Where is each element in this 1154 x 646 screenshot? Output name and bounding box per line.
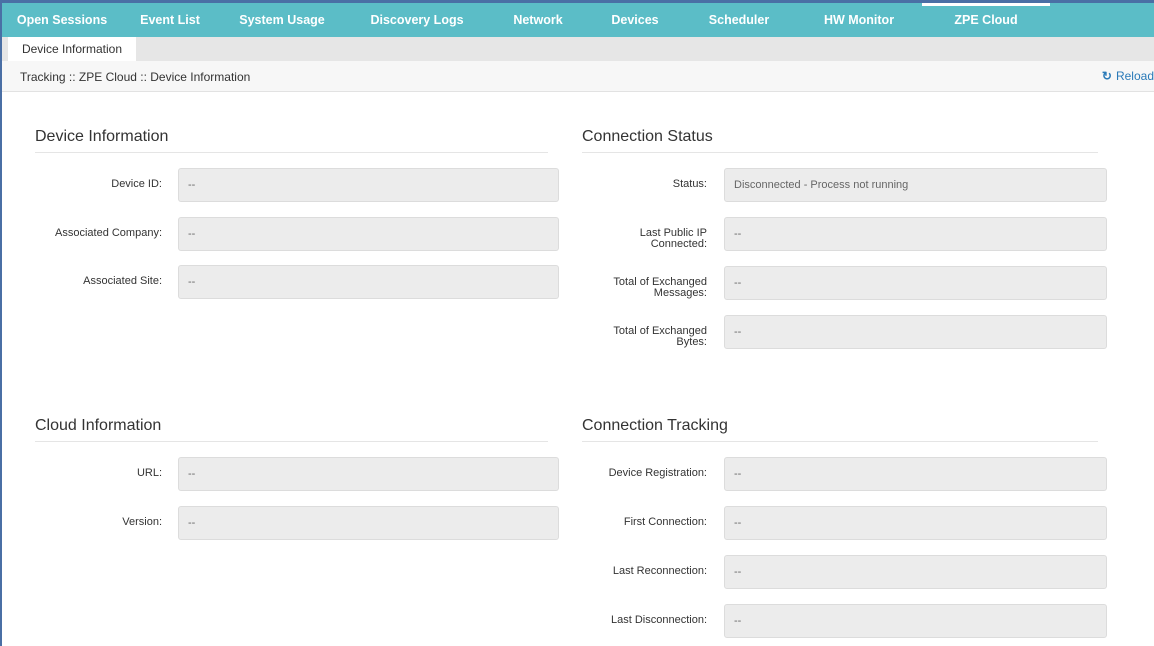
reload-label: Reload	[1115, 69, 1154, 83]
associated-company-field: --	[178, 217, 559, 251]
device-registration-label: Device Registration:	[608, 467, 707, 479]
exchanged-bytes-label: Total of Exchanged Bytes:	[570, 326, 707, 348]
first-connection-field: --	[724, 506, 1107, 540]
tab-event-list[interactable]: Event List	[122, 3, 218, 37]
window-frame-left	[0, 0, 2, 646]
breadcrumb: Tracking :: ZPE Cloud :: Device Informat…	[20, 70, 251, 84]
section-title-cloud-information: Cloud Information	[35, 417, 162, 434]
section-divider	[582, 441, 1098, 442]
associated-site-field: --	[178, 265, 559, 299]
associated-site-label: Associated Site:	[83, 275, 162, 287]
exchanged-bytes-label-line2: Bytes:	[676, 336, 707, 348]
tab-network[interactable]: Network	[488, 3, 588, 37]
tab-devices[interactable]: Devices	[588, 3, 682, 37]
version-field: --	[178, 506, 559, 540]
tab-hw-monitor[interactable]: HW Monitor	[796, 3, 922, 37]
breadcrumb-bar: Tracking :: ZPE Cloud :: Device Informat…	[2, 61, 1154, 92]
section-divider	[35, 441, 548, 442]
last-reconnection-label: Last Reconnection:	[612, 565, 707, 577]
status-label: Status:	[672, 178, 707, 190]
tab-zpe-cloud[interactable]: ZPE Cloud	[922, 3, 1050, 37]
url-label: URL:	[136, 467, 162, 479]
section-title-connection-tracking: Connection Tracking	[582, 417, 728, 434]
tab-discovery-logs[interactable]: Discovery Logs	[346, 3, 488, 37]
device-registration-field: --	[724, 457, 1107, 491]
device-id-field: --	[178, 168, 559, 202]
section-title-connection-status: Connection Status	[582, 128, 713, 145]
refresh-icon: ↻	[1101, 69, 1112, 83]
device-id-label: Device ID:	[111, 178, 162, 190]
last-disconnection-label: Last Disconnection:	[611, 614, 707, 626]
associated-company-label: Associated Company:	[55, 227, 162, 239]
last-disconnection-field: --	[724, 604, 1107, 638]
section-title-device-information: Device Information	[35, 128, 169, 145]
last-public-ip-field: --	[724, 217, 1107, 251]
first-connection-label: First Connection:	[623, 516, 707, 528]
top-navigation: Open Sessions Event List System Usage Di…	[2, 3, 1154, 37]
exchanged-messages-field: --	[724, 266, 1107, 300]
exchanged-messages-label: Total of Exchanged Messages:	[570, 277, 707, 299]
last-public-ip-label-line2: Connected:	[650, 238, 707, 250]
section-divider	[35, 152, 548, 153]
version-label: Version:	[122, 516, 162, 528]
tab-scheduler[interactable]: Scheduler	[682, 3, 796, 37]
status-field: Disconnected - Process not running	[724, 168, 1107, 202]
exchanged-bytes-field: --	[724, 315, 1107, 349]
exchanged-messages-label-line2: Messages:	[653, 287, 707, 299]
tab-open-sessions[interactable]: Open Sessions	[2, 3, 122, 37]
sub-navigation: Device Information	[2, 37, 1154, 61]
last-public-ip-label: Last Public IP Connected:	[570, 228, 707, 250]
last-reconnection-field: --	[724, 555, 1107, 589]
reload-button[interactable]: ↻ Reload	[1102, 69, 1154, 83]
subtab-device-information[interactable]: Device Information	[8, 37, 136, 61]
tab-system-usage[interactable]: System Usage	[218, 3, 346, 37]
url-field: --	[178, 457, 559, 491]
section-divider	[582, 152, 1098, 153]
